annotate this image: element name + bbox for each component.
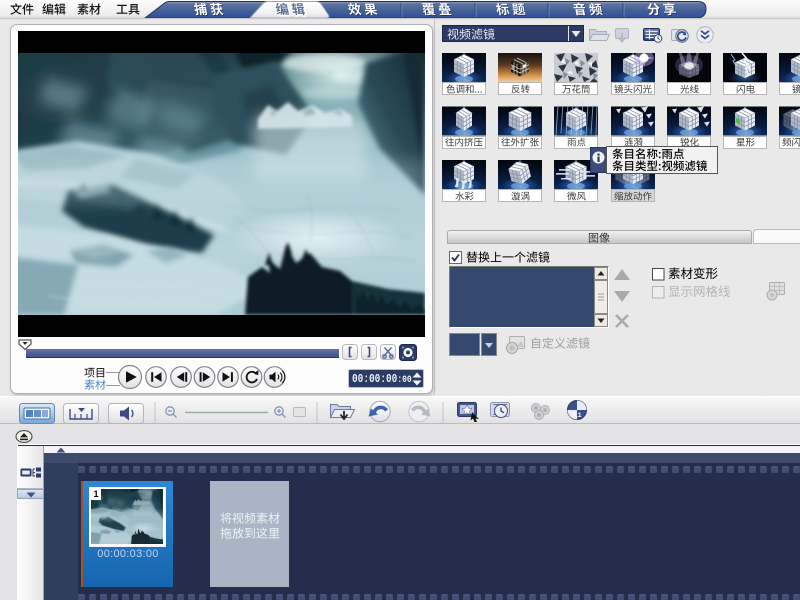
svg-text:5.1: 5.1 [572,412,581,419]
